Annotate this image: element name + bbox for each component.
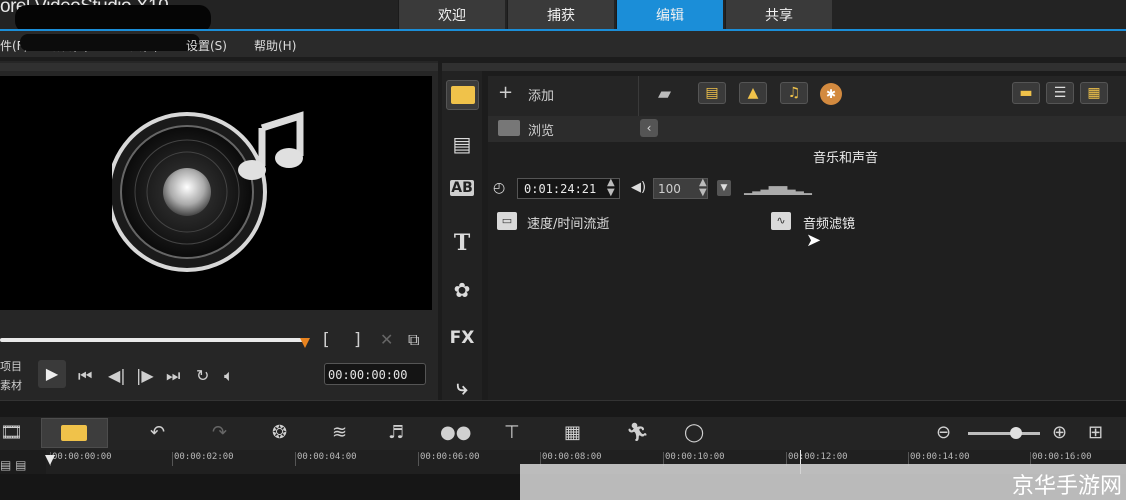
zoom-slider[interactable] [968, 432, 1040, 435]
timeline-toolbar [0, 417, 1126, 450]
clock-icon: ◴ [493, 180, 506, 196]
zoom-out-icon[interactable]: ⊖ [936, 422, 951, 443]
duration-field[interactable]: 0:01:24:21 [517, 178, 620, 199]
folder-icon[interactable]: ▰ [658, 84, 671, 104]
tick-label: 00:00:06:00 [420, 452, 480, 462]
tick-mark [418, 452, 419, 466]
fx-icon[interactable]: FX [447, 328, 477, 348]
tab-welcome[interactable]: 欢迎 [398, 0, 505, 29]
auto-music-icon[interactable]: ♬ [388, 422, 404, 443]
clip-mode-label[interactable]: 素材 [0, 377, 22, 393]
tick-label: 00:00:04:00 [297, 452, 357, 462]
home-icon[interactable]: ⏮ [78, 366, 92, 386]
tab-edit[interactable]: 编辑 [616, 0, 723, 29]
mark-out-button[interactable]: ] [354, 330, 361, 350]
music-speaker-icon [112, 111, 304, 272]
enlarge-icon[interactable]: ⧉ [408, 330, 419, 350]
repeat-icon[interactable]: ↻ [196, 366, 209, 385]
instant-project-icon[interactable]: ▤ [447, 132, 477, 156]
fade-out-icon[interactable]: ▅▃▂▁ [778, 181, 812, 195]
fit-project-icon[interactable]: ⊞ [1088, 422, 1103, 443]
project-mode-label[interactable]: 项目 [0, 358, 22, 374]
undo-icon[interactable]: ↶ [150, 422, 165, 443]
timecode-field[interactable]: 00:00:00:00 [324, 363, 426, 385]
audio-filter-icon: ∿ [771, 212, 791, 230]
storyboard-view-icon[interactable]: 🎞︎ [0, 422, 23, 443]
menu-help[interactable]: 帮助(H) [254, 37, 296, 54]
subtitle-editor-icon[interactable]: ⊤ [504, 422, 520, 443]
mask-creator-icon[interactable]: ◯ [684, 422, 704, 443]
view-thumbnail-icon[interactable]: ▬ [1012, 82, 1040, 104]
tick-mark [295, 452, 296, 466]
scrub-handle[interactable] [300, 338, 310, 348]
tick-label: 00:00:00:00 [52, 452, 112, 462]
volume-dropdown-icon[interactable]: ▼ [717, 180, 731, 196]
volume-icon[interactable]: 🔈︎ [224, 366, 234, 386]
media-icon [451, 86, 475, 104]
browse-icon [498, 120, 520, 136]
show-audio-icon[interactable]: ♫ [780, 82, 808, 104]
panel-grip[interactable] [0, 63, 438, 71]
track-manager-icon[interactable]: ▤ ▤ [0, 458, 27, 472]
library-browse-bar [488, 116, 1126, 142]
watermark-text: 京华手游网 [1012, 474, 1123, 499]
speaker-volume-icon: ◀) [631, 180, 647, 195]
previous-frame-icon[interactable]: ◀| [108, 366, 126, 385]
graphic-icon[interactable]: ✿ [447, 278, 477, 302]
transition-icon[interactable]: AB [450, 180, 474, 196]
library-grip[interactable] [442, 63, 1126, 71]
playhead[interactable] [45, 455, 55, 465]
view-grid-icon[interactable]: ▦ [1080, 82, 1108, 104]
zoom-slider-knob[interactable] [1010, 427, 1022, 439]
speed-timelapse-button[interactable]: 速度/时间流逝 [527, 213, 609, 232]
tick-label: 00:00:14:00 [910, 452, 970, 462]
scrub-bar[interactable] [0, 338, 305, 342]
volume-stepper-icon[interactable]: ▲ ▼ [699, 178, 707, 198]
time-remapping-icon[interactable]: 🏃︎ [626, 422, 649, 443]
timeline-grip[interactable] [0, 400, 1126, 418]
collapse-arrow-icon[interactable]: ‹ [640, 119, 658, 137]
speed-icon: ▭ [497, 212, 517, 230]
split-clip-icon[interactable]: ✕ [380, 330, 393, 349]
menu-settings[interactable]: 设置(S) [186, 37, 227, 54]
duration-stepper-icon[interactable]: ▲ ▼ [607, 178, 615, 198]
next-frame-icon[interactable]: |▶ [136, 366, 154, 385]
sort-icon[interactable]: ✱ [820, 83, 842, 105]
add-button[interactable]: 添加 [528, 85, 554, 104]
fade-in-icon[interactable]: ▁▂▃▅ [744, 181, 778, 195]
end-icon[interactable]: ⏭ [166, 366, 180, 386]
play-icon[interactable]: ▶ [38, 360, 66, 388]
sound-mixer-icon[interactable]: ≋ [332, 422, 347, 443]
tab-capture[interactable]: 捕获 [507, 0, 614, 29]
browse-button[interactable]: 浏览 [528, 120, 554, 139]
multi-trim-icon[interactable]: ▦ [564, 422, 581, 443]
tick-label: 00:00:16:00 [1032, 452, 1092, 462]
tick-label: 00:00:12:00 [788, 452, 848, 462]
tick-label: 00:00:10:00 [665, 452, 725, 462]
tick-mark [172, 452, 173, 466]
zoom-in-icon[interactable]: ⊕ [1052, 422, 1067, 443]
mark-in-button[interactable]: [ [323, 330, 330, 350]
tab-share[interactable]: 共享 [725, 0, 832, 29]
view-list-icon[interactable]: ☰ [1046, 82, 1074, 104]
options-title: 音乐和声音 [813, 151, 879, 166]
path-icon[interactable]: ⤷ [447, 375, 477, 399]
redaction-blur-menu [20, 34, 200, 51]
redo-icon[interactable]: ↷ [212, 422, 227, 443]
show-video-icon[interactable]: ▤ [698, 82, 726, 104]
add-icon[interactable]: + [498, 82, 513, 103]
timeline-view-icon [61, 425, 87, 441]
motion-tracking-icon[interactable]: ●● [440, 422, 471, 443]
record-capture-icon[interactable]: ❂ [272, 422, 287, 443]
tick-label: 00:00:02:00 [174, 452, 234, 462]
show-photo-icon[interactable]: ▲ [739, 82, 767, 104]
tick-label: 00:00:08:00 [542, 452, 602, 462]
title-icon[interactable]: T [447, 230, 477, 256]
mouse-cursor-icon: ➤ [806, 230, 822, 251]
